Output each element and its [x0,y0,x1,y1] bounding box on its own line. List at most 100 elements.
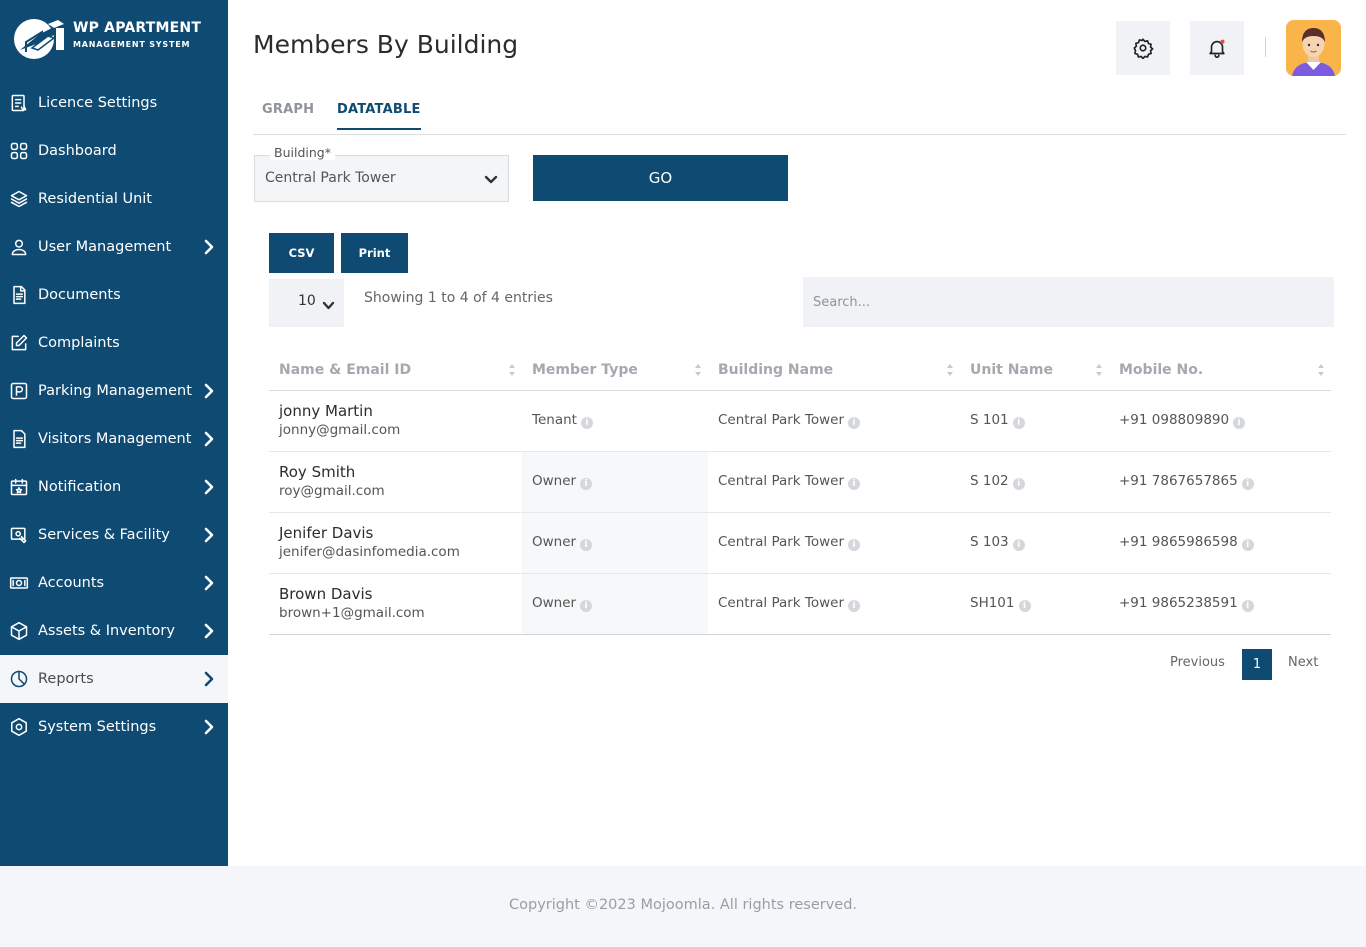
calendar-icon [8,476,30,498]
page-length-select[interactable]: 10 [269,279,344,327]
sidebar-item-user-management[interactable]: User Management [0,223,228,271]
sidebar-item-label: Visitors Management [38,431,192,447]
member-type: Tenant [532,412,577,428]
member-type-cell: Owner i [522,512,708,574]
column-header-label: Mobile No. [1119,361,1204,378]
user-avatar[interactable] [1286,20,1341,76]
info-icon: i [1018,600,1031,612]
chevron-right-icon [202,479,216,495]
visitors-icon [8,428,30,450]
chevron-right-icon [202,431,216,447]
mobile-cell: +91 098809890 i [1109,390,1331,452]
chevron-right-icon [202,383,216,399]
sidebar-item-label: Dashboard [38,143,117,159]
info-icon: i [1233,417,1246,429]
table-search-input[interactable] [803,277,1334,327]
pagination-page-1[interactable]: 1 [1242,649,1272,680]
info-icon: i [848,539,861,551]
member-name: Brown Davis [279,585,373,603]
building-name: Central Park Tower [718,534,845,550]
table-row: Brown Davis brown+1@gmail.com Owner i Cent… [269,573,1331,635]
chevron-down-icon [484,172,498,186]
sidebar-item-licence-settings[interactable]: Licence Settings [0,79,228,127]
member-name: Jenifer Davis [279,524,374,542]
building-cell: Central Park Tower i [708,451,960,513]
unit-name: S 102 [970,473,1009,489]
sidebar-item-accounts[interactable]: Accounts [0,559,228,607]
sidebar-item-label: Complaints [38,335,120,351]
chevron-right-icon [202,527,216,543]
sidebar-item-label: User Management [38,239,172,255]
copyright-text: Copyright ©2023 Mojoomla. All rights res… [509,897,858,913]
page-title: Members By Building [253,30,519,59]
member-type: Owner [532,473,577,489]
building-cell: Central Park Tower i [708,573,960,635]
sidebar-item-residential-unit[interactable]: Residential Unit [0,175,228,223]
sidebar-item-label: Documents [38,287,121,303]
building-select[interactable]: Central Park Tower [254,155,509,202]
info-icon: i [580,417,593,429]
footer: Copyright ©2023 Mojoomla. All rights res… [0,866,1366,947]
building-name: Central Park Tower [718,473,845,489]
user-icon [8,236,30,258]
print-button[interactable]: Print [341,233,408,273]
mobile-cell: +91 9865238591 i [1109,573,1331,635]
sidebar-item-reports[interactable]: Reports [0,655,228,703]
mobile-number: +91 9865986598 [1119,534,1238,550]
sidebar-item-documents[interactable]: Documents [0,271,228,319]
column-header-unit-name[interactable]: Unit Name [960,350,1109,391]
sidebar-item-visitors-management[interactable]: Visitors Management [0,415,228,463]
column-header-member-type[interactable]: Member Type [522,350,708,391]
info-icon: i [580,539,593,551]
sort-icon [509,364,515,376]
building-select-value: Central Park Tower [265,170,396,186]
member-type-cell: Tenant i [522,390,708,452]
sidebar-item-notification[interactable]: Notification [0,463,228,511]
chevron-right-icon [202,623,216,639]
sidebar-item-label: System Settings [38,719,157,735]
info-icon: i [580,600,593,612]
sidebar-item-label: Residential Unit [38,191,152,207]
info-icon: i [1012,539,1025,551]
info-icon: i [848,600,861,612]
table-info: Showing 1 to 4 of 4 entries [364,290,553,306]
info-icon: i [848,417,861,429]
sidebar-item-services-facility[interactable]: Services & Facility [0,511,228,559]
building-select-label: Building* [270,145,335,160]
sidebar-item-dashboard[interactable]: Dashboard [0,127,228,175]
column-header-name[interactable]: Name & Email ID [269,350,522,391]
pie-chart-icon [8,668,30,690]
unit-cell: S 102 i [960,451,1109,513]
pagination-next[interactable]: Next [1288,655,1318,670]
table-header-row: Name & Email ID Member Type Building Nam… [269,350,1331,391]
member-email: jonny@gmail.com [279,422,401,438]
notifications-button[interactable] [1190,21,1244,75]
building-cell: Central Park Tower i [708,390,960,452]
sort-icon [947,364,953,376]
box-icon [8,620,30,642]
sidebar-item-label: Reports [38,671,94,687]
csv-button[interactable]: CSV [269,233,334,273]
sidebar-item-system-settings[interactable]: System Settings [0,703,228,751]
sidebar-item-assets-inventory[interactable]: Assets & Inventory [0,607,228,655]
services-icon [8,524,30,546]
tab-datatable[interactable]: DATATABLE [337,102,421,130]
sidebar-item-label: Services & Facility [38,527,170,543]
info-icon: i [580,478,593,490]
unit-name: SH101 [970,595,1015,611]
column-header-mobile[interactable]: Mobile No. [1109,350,1331,391]
go-button[interactable]: GO [533,155,788,201]
settings-button[interactable] [1116,21,1170,75]
column-header-building-name[interactable]: Building Name [708,350,960,391]
unit-cell: S 101 i [960,390,1109,452]
money-icon [8,572,30,594]
pagination-previous[interactable]: Previous [1170,655,1225,670]
tab-graph[interactable]: GRAPH [262,102,314,117]
mobile-cell: +91 7867657865 i [1109,451,1331,513]
brand-subtitle: MANAGEMENT SYSTEM [73,40,191,49]
mobile-cell: +91 9865986598 i [1109,512,1331,574]
app-logo[interactable]: WP APARTMENT MANAGEMENT SYSTEM [10,14,220,64]
sidebar-item-complaints[interactable]: Complaints [0,319,228,367]
name-cell: Jenifer Davis jenifer@dasinfomedia.com [269,512,522,574]
sidebar-item-parking-management[interactable]: Parking Management [0,367,228,415]
